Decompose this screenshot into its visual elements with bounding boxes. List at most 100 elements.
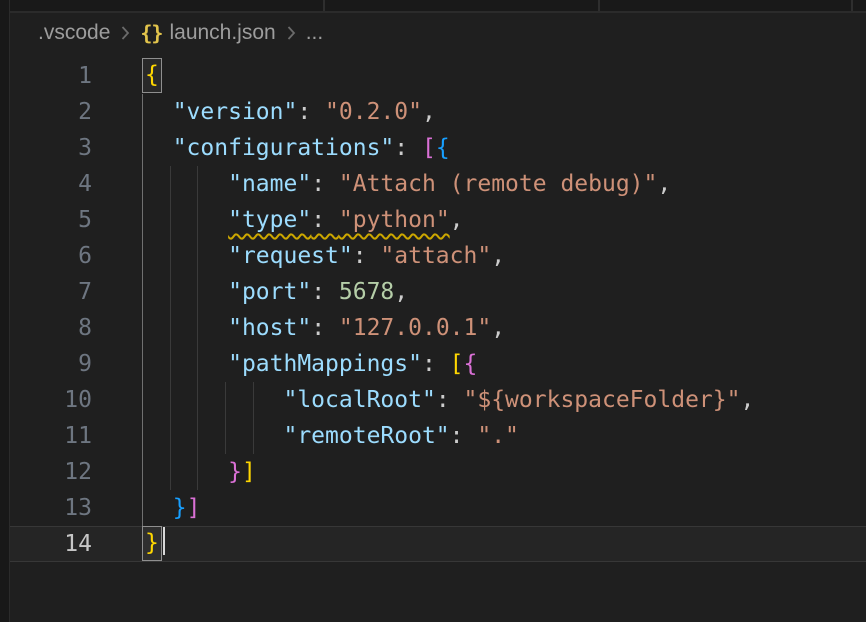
code-line[interactable]: 5 "type": "python",	[10, 202, 866, 238]
code-line-content[interactable]: "request": "attach",	[145, 238, 505, 274]
vscode-editor-window: .vscode {} launch.json ... 1{2 "version"…	[0, 0, 866, 622]
line-number[interactable]: 11	[10, 418, 92, 454]
code-line-content[interactable]: }	[145, 526, 165, 562]
current-line-highlight	[10, 526, 866, 562]
line-number[interactable]: 14	[10, 526, 92, 562]
code-line-content[interactable]: "configurations": [{	[145, 130, 450, 166]
indent-guide-active	[142, 166, 143, 202]
code-token: [	[422, 135, 436, 161]
code-line[interactable]: 7 "port": 5678,	[10, 274, 866, 310]
code-token: "localRoot"	[283, 387, 435, 413]
indent-guide-active	[142, 130, 143, 166]
indent-guide-active	[142, 202, 143, 238]
code-line[interactable]: 14}	[10, 526, 866, 562]
code-token: "type"	[228, 207, 311, 233]
code-line-content[interactable]: "pathMappings": [{	[145, 346, 477, 382]
code-token	[145, 459, 228, 485]
line-number[interactable]: 7	[10, 274, 92, 310]
line-number[interactable]: 1	[10, 58, 92, 94]
code-token: :	[311, 315, 339, 341]
code-token	[145, 279, 228, 305]
line-number[interactable]: 6	[10, 238, 92, 274]
line-number[interactable]: 13	[10, 490, 92, 526]
line-number[interactable]: 8	[10, 310, 92, 346]
code-token: "configurations"	[173, 135, 395, 161]
code-token: "Attach (remote debug)"	[339, 171, 658, 197]
code-line[interactable]: 11 "remoteRoot": "."	[10, 418, 866, 454]
code-line[interactable]: 10 "localRoot": "${workspaceFolder}",	[10, 382, 866, 418]
code-line[interactable]: 2 "version": "0.2.0",	[10, 94, 866, 130]
code-token	[145, 207, 228, 233]
code-line[interactable]: 9 "pathMappings": [{	[10, 346, 866, 382]
breadcrumb-folder[interactable]: .vscode	[38, 21, 110, 45]
tab-divider	[598, 0, 600, 11]
indent-guide-active	[142, 346, 143, 382]
code-token	[145, 387, 283, 413]
code-editor[interactable]: 1{2 "version": "0.2.0",3 "configurations…	[10, 58, 866, 562]
text-cursor	[163, 527, 165, 555]
code-line-content[interactable]: "port": 5678,	[145, 274, 408, 310]
code-token: {	[464, 351, 478, 377]
breadcrumb-file[interactable]: {} launch.json	[140, 21, 275, 45]
indent-guide-active	[142, 94, 143, 130]
code-line-content[interactable]: {	[145, 58, 159, 94]
code-token: :	[394, 135, 422, 161]
code-token: :	[311, 171, 339, 197]
line-number[interactable]: 4	[10, 166, 92, 202]
code-token: "remoteRoot"	[283, 423, 449, 449]
code-line-content[interactable]: "type": "python",	[145, 202, 464, 238]
indent-guide-active	[142, 490, 143, 526]
code-token: ]	[242, 459, 256, 485]
tab-divider	[851, 0, 853, 11]
code-line[interactable]: 1{	[10, 58, 866, 94]
line-number[interactable]: 10	[10, 382, 92, 418]
code-token: }	[228, 459, 242, 485]
code-token: :	[353, 243, 381, 269]
code-token: :	[311, 207, 339, 233]
breadcrumb-file-label: launch.json	[169, 21, 275, 45]
code-token: :	[311, 279, 339, 305]
code-line-content[interactable]: }]	[145, 490, 200, 526]
code-line[interactable]: 4 "name": "Attach (remote debug)",	[10, 166, 866, 202]
code-line[interactable]: 12 }]	[10, 454, 866, 490]
code-line[interactable]: 8 "host": "127.0.0.1",	[10, 310, 866, 346]
code-line-content[interactable]: "remoteRoot": "."	[145, 418, 519, 454]
line-number[interactable]: 12	[10, 454, 92, 490]
indent-guide-active	[142, 238, 143, 274]
tab-divider	[323, 0, 325, 11]
code-line-content[interactable]: "localRoot": "${workspaceFolder}",	[145, 382, 754, 418]
code-line-content[interactable]: "name": "Attach (remote debug)",	[145, 166, 671, 202]
code-token	[145, 315, 228, 341]
code-token: }	[173, 495, 187, 521]
line-number[interactable]: 9	[10, 346, 92, 382]
code-line-content[interactable]: }]	[145, 454, 256, 490]
indent-guide-active	[142, 274, 143, 310]
code-token: [	[450, 351, 464, 377]
chevron-right-icon	[119, 24, 131, 42]
line-number[interactable]: 2	[10, 94, 92, 130]
code-token: :	[422, 351, 450, 377]
code-token: ,	[491, 243, 505, 269]
code-token: :	[450, 423, 478, 449]
code-token: 5678	[339, 279, 394, 305]
code-token: :	[297, 99, 325, 125]
code-token: ,	[740, 387, 754, 413]
code-line[interactable]: 3 "configurations": [{	[10, 130, 866, 166]
breadcrumb-symbol-ellipsis[interactable]: ...	[306, 21, 324, 45]
code-line[interactable]: 13 }]	[10, 490, 866, 526]
code-line-content[interactable]: "host": "127.0.0.1",	[145, 310, 505, 346]
tab-bar-strip	[10, 0, 866, 13]
code-line[interactable]: 6 "request": "attach",	[10, 238, 866, 274]
line-number[interactable]: 5	[10, 202, 92, 238]
code-token	[145, 495, 173, 521]
code-token: "attach"	[380, 243, 491, 269]
code-token	[145, 99, 173, 125]
indent-guide-active	[142, 454, 143, 490]
code-line-content[interactable]: "version": "0.2.0",	[145, 94, 436, 130]
code-token: "port"	[228, 279, 311, 305]
code-token: "name"	[228, 171, 311, 197]
warning-squiggle: "type": "python"	[228, 207, 450, 233]
code-token	[145, 351, 228, 377]
code-token	[145, 171, 228, 197]
line-number[interactable]: 3	[10, 130, 92, 166]
